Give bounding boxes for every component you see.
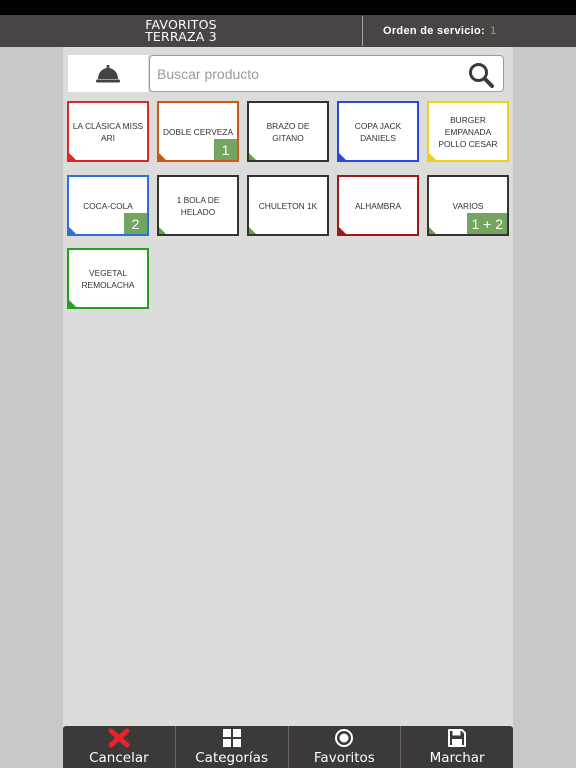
cloche-icon [96,64,120,82]
search-input[interactable] [157,58,457,89]
search-icon[interactable] [468,62,494,88]
product-tile-varios[interactable]: VARIOS 1 + 2 [427,175,509,236]
header-divider [362,16,363,46]
header-title: FAVORITOS TERRAZA 3 [0,15,362,47]
tile-corner-marker [69,153,76,160]
circle-icon [333,728,355,748]
search-row [68,55,504,92]
tile-corner-marker [69,300,76,307]
search-box [149,55,504,92]
cancel-label: Cancelar [89,750,149,766]
send-order-button[interactable]: Marchar [400,726,513,768]
quantity-badge: 1 + 2 [467,213,507,234]
product-tile-1-bola-de-helado[interactable]: 1 BOLA DE HELADO [157,175,239,236]
tile-corner-marker [249,227,256,234]
product-tile-copa-jack-daniels[interactable]: COPA JACK DANIELS [337,101,419,162]
service-order: Orden de servicio: 1 [383,15,496,47]
product-label: BURGER EMPANADA POLLO CESAR [438,114,498,149]
product-label: BRAZO DE GITANO [266,120,310,143]
x-icon [108,728,130,748]
product-tile-alhambra[interactable]: ALHAMBRA [337,175,419,236]
tile-corner-marker [69,227,76,234]
product-tile-la-clasica-miss-ari[interactable]: LA CLÁSICA MISS ARI [67,101,149,162]
favorites-label: Favoritos [313,750,375,766]
header-title-table: TERRAZA 3 [145,29,217,44]
categories-label: Categorías [195,750,268,766]
service-order-number: 1 [490,25,497,37]
quantity-badge: 1 [214,139,237,160]
product-label: CHULETON 1K [258,200,318,211]
product-tile-doble-cerveza[interactable]: DOBLE CERVEZA 1 [157,101,239,162]
tile-corner-marker [159,227,166,234]
status-bar [0,0,576,15]
main-panel: LA CLÁSICA MISS ARI DOBLE CERVEZA 1 BRAZ… [63,47,513,768]
product-tile-chuleton-1k[interactable]: CHULETON 1K [247,175,329,236]
tile-corner-marker [429,153,436,160]
floppy-disk-icon [446,728,468,748]
favorites-button[interactable]: Favoritos [287,726,401,768]
send-order-label: Marchar [429,750,485,766]
quantity-badge: 2 [124,213,147,234]
product-label: 1 BOLA DE HELADO [176,194,220,217]
grid-icon [221,728,243,748]
tile-corner-marker [429,227,436,234]
header: FAVORITOS TERRAZA 3 Orden de servicio: 1 [0,15,576,47]
product-tile-coca-cola[interactable]: COCA-COLA 2 [67,175,149,236]
product-label: VEGETAL REMOLACHA [81,267,135,290]
product-label: COPA JACK DANIELS [354,120,402,143]
cancel-button[interactable]: Cancelar [63,726,175,768]
product-tile-vegetal-remolacha[interactable]: VEGETAL REMOLACHA [67,248,149,309]
product-tile-burger-empanada-pollo-cesar[interactable]: BURGER EMPANADA POLLO CESAR [427,101,509,162]
product-label: ALHAMBRA [354,200,402,211]
tile-corner-marker [249,153,256,160]
tile-corner-marker [339,153,346,160]
categories-button[interactable]: Categorías [174,726,288,768]
product-label: LA CLÁSICA MISS ARI [72,120,144,143]
cloche-button[interactable] [68,55,148,92]
tile-corner-marker [339,227,346,234]
product-tile-brazo-de-gitano[interactable]: BRAZO DE GITANO [247,101,329,162]
bottom-action-bar: Cancelar Categorías Favoritos Marchar [63,726,513,768]
service-order-label: Orden de servicio: [383,25,485,37]
tile-corner-marker [159,153,166,160]
